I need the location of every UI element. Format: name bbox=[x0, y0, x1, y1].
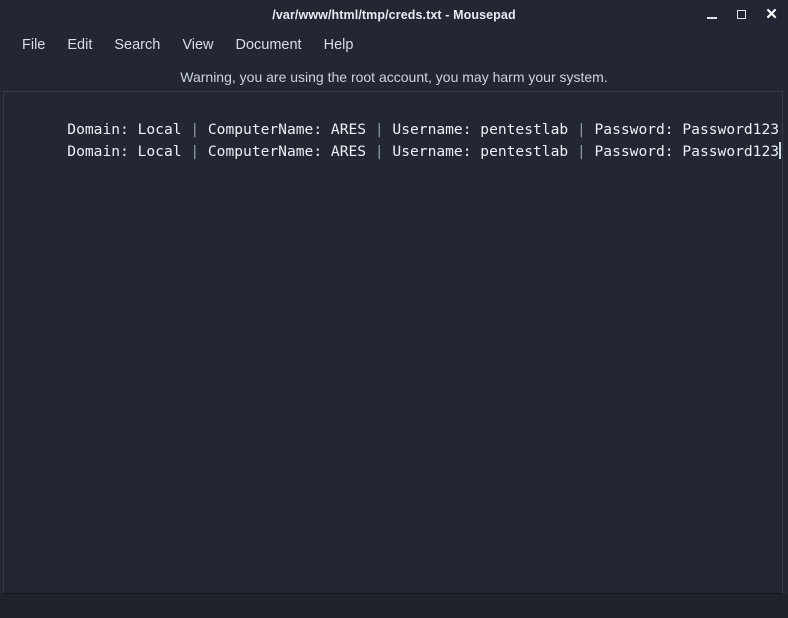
window-title: /var/www/html/tmp/creds.txt - Mousepad bbox=[272, 8, 515, 22]
editor-line: Domain: Local | ComputerName: ARES | Use… bbox=[4, 119, 782, 141]
minimize-button[interactable] bbox=[703, 6, 720, 23]
field-separator: | bbox=[577, 143, 586, 160]
close-icon: ✕ bbox=[765, 7, 778, 22]
maximize-button[interactable] bbox=[733, 6, 750, 23]
editor-line: Domain: Local | ComputerName: ARES | Use… bbox=[4, 97, 782, 119]
menu-item-view[interactable]: View bbox=[172, 35, 223, 56]
text-caret bbox=[779, 142, 781, 159]
menu-item-help[interactable]: Help bbox=[314, 35, 364, 56]
text-editor-area[interactable]: Domain: Local | ComputerName: ARES | Use… bbox=[3, 91, 783, 594]
line-segment: ComputerName: ARES bbox=[199, 143, 375, 160]
menubar: File Edit Search View Document Help bbox=[0, 29, 788, 62]
line-segment: Password: Password123 bbox=[586, 143, 779, 160]
field-separator: | bbox=[375, 143, 384, 160]
field-separator: | bbox=[190, 143, 199, 160]
maximize-icon bbox=[737, 10, 746, 19]
mousepad-window: /var/www/html/tmp/creds.txt - Mousepad ✕… bbox=[0, 0, 788, 618]
menu-item-document[interactable]: Document bbox=[226, 35, 312, 56]
line-segment: Username: pentestlab bbox=[384, 143, 577, 160]
close-button[interactable]: ✕ bbox=[763, 6, 780, 23]
line-segment: Domain: Local bbox=[67, 143, 190, 160]
root-warning-text: Warning, you are using the root account,… bbox=[180, 69, 607, 85]
titlebar[interactable]: /var/www/html/tmp/creds.txt - Mousepad ✕ bbox=[0, 0, 788, 29]
minimize-icon bbox=[707, 17, 717, 19]
window-controls: ✕ bbox=[703, 0, 780, 29]
text-editor-content[interactable]: Domain: Local | ComputerName: ARES | Use… bbox=[4, 97, 782, 593]
root-warning-bar: Warning, you are using the root account,… bbox=[0, 62, 788, 91]
window-bottom-strip bbox=[0, 594, 788, 618]
menu-item-search[interactable]: Search bbox=[104, 35, 170, 56]
menu-item-file[interactable]: File bbox=[12, 35, 55, 56]
menu-item-edit[interactable]: Edit bbox=[57, 35, 102, 56]
